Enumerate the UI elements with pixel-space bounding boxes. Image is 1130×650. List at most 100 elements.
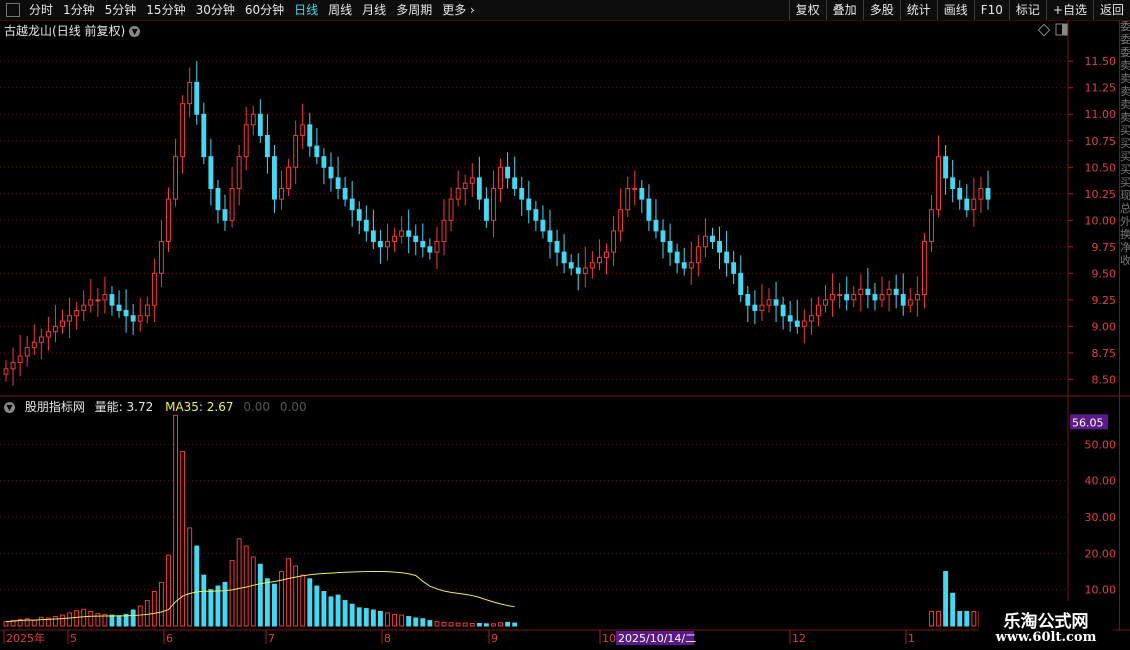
candle-body xyxy=(872,294,878,301)
candle-body xyxy=(660,230,666,243)
volume-bar xyxy=(81,608,87,627)
candle-body xyxy=(194,81,200,115)
candle-body xyxy=(688,262,694,269)
volume-bar xyxy=(399,614,405,627)
price-tick-label: 8.75 xyxy=(1092,347,1117,360)
candle-body xyxy=(745,294,751,306)
candle-body xyxy=(264,134,270,158)
volume-bar xyxy=(88,610,94,627)
candle-body xyxy=(830,294,836,301)
volume-bar xyxy=(236,538,242,627)
candlestick-series xyxy=(3,61,991,386)
candle-body xyxy=(385,241,390,248)
volume-bar xyxy=(462,622,468,627)
date-label: 8 xyxy=(384,632,391,645)
candle-body xyxy=(498,166,503,189)
candle-body xyxy=(766,299,772,306)
candle-body xyxy=(554,241,560,253)
price-tick-label: 9.50 xyxy=(1092,267,1117,280)
volume-bar xyxy=(427,620,433,627)
side-label: 买 xyxy=(1120,176,1130,189)
candle-body xyxy=(491,187,496,221)
candle-body xyxy=(413,235,419,243)
volume-bar xyxy=(243,545,249,627)
volume-bar xyxy=(434,621,440,627)
kline-chart[interactable]: 11.5011.2511.0010.7510.5010.2510.009.759… xyxy=(0,0,1130,650)
volume-bar xyxy=(385,612,390,627)
candle-body xyxy=(10,361,16,370)
candle-body xyxy=(604,251,609,258)
candle-body xyxy=(441,219,447,243)
candle-body xyxy=(575,267,581,274)
side-label: 卖 xyxy=(1120,72,1130,85)
volume-bar xyxy=(491,623,496,627)
candle-body xyxy=(505,166,511,179)
price-tick-label: 11.25 xyxy=(1085,82,1117,95)
candle-body xyxy=(844,294,850,301)
candle-body xyxy=(646,198,652,221)
candle-body xyxy=(201,113,207,158)
price-tick-label: 11.50 xyxy=(1085,55,1117,68)
candle-body xyxy=(625,187,631,211)
volume-bar xyxy=(272,583,277,627)
volume-bar xyxy=(363,608,369,627)
volume-bar xyxy=(413,617,419,627)
candle-body xyxy=(236,156,242,189)
candle-body xyxy=(914,294,920,301)
candle-body xyxy=(321,156,327,168)
candle-body xyxy=(420,241,426,248)
candle-body xyxy=(469,177,475,184)
volume-bar xyxy=(356,607,362,627)
candle-body xyxy=(780,304,786,317)
price-tick-label: 10.75 xyxy=(1085,135,1117,148)
candle-body xyxy=(978,187,984,200)
candle-body xyxy=(88,299,94,306)
volume-bar xyxy=(957,610,963,627)
volume-bar xyxy=(476,622,482,627)
volume-bar xyxy=(370,609,376,627)
volume-tick-label: 10.00 xyxy=(1085,584,1117,597)
candle-body xyxy=(335,177,341,189)
candle-body xyxy=(24,347,30,357)
volume-bar xyxy=(158,581,164,627)
candle-body xyxy=(462,182,468,189)
volume-bar xyxy=(943,571,949,627)
volume-bar xyxy=(264,578,270,627)
side-label: 总 xyxy=(1120,202,1130,215)
date-label: 10 xyxy=(602,632,616,645)
volume-bar xyxy=(31,619,37,627)
candle-body xyxy=(865,288,871,296)
candle-body xyxy=(582,267,588,274)
volume-bar xyxy=(187,527,193,627)
candle-body xyxy=(759,304,765,311)
side-label: 委 xyxy=(1120,33,1130,46)
candle-body xyxy=(985,187,991,200)
volume-bar xyxy=(173,414,178,627)
chevron-down-icon[interactable]: ▼ xyxy=(4,402,15,413)
side-label: 外 xyxy=(1120,215,1130,228)
candle-body xyxy=(314,145,320,158)
candle-body xyxy=(116,304,122,311)
candle-body xyxy=(272,156,277,200)
candle-body xyxy=(399,230,405,237)
side-label: 买 xyxy=(1120,137,1130,150)
candle-body xyxy=(222,209,228,221)
diamond-icon xyxy=(1037,23,1051,37)
side-label: 现 xyxy=(1120,189,1130,202)
quote-side-panel: 委委委卖卖卖卖卖买买买买买现总外换净收 xyxy=(1120,20,1130,630)
candle-body xyxy=(632,187,638,190)
candle-body xyxy=(971,198,977,211)
candle-body xyxy=(801,320,807,327)
candle-body xyxy=(773,299,779,306)
candle-body xyxy=(943,156,949,179)
volume-bar xyxy=(950,592,956,627)
date-label: 5 xyxy=(70,632,77,645)
date-label: 6 xyxy=(166,632,173,645)
current-value: 56.05 xyxy=(1072,416,1104,429)
volume-bar xyxy=(314,585,320,627)
candle-body xyxy=(950,177,956,189)
date-label: 2025年 xyxy=(6,631,45,645)
candle-body xyxy=(702,235,708,248)
candle-body xyxy=(858,288,864,296)
volume-bar xyxy=(74,610,80,627)
